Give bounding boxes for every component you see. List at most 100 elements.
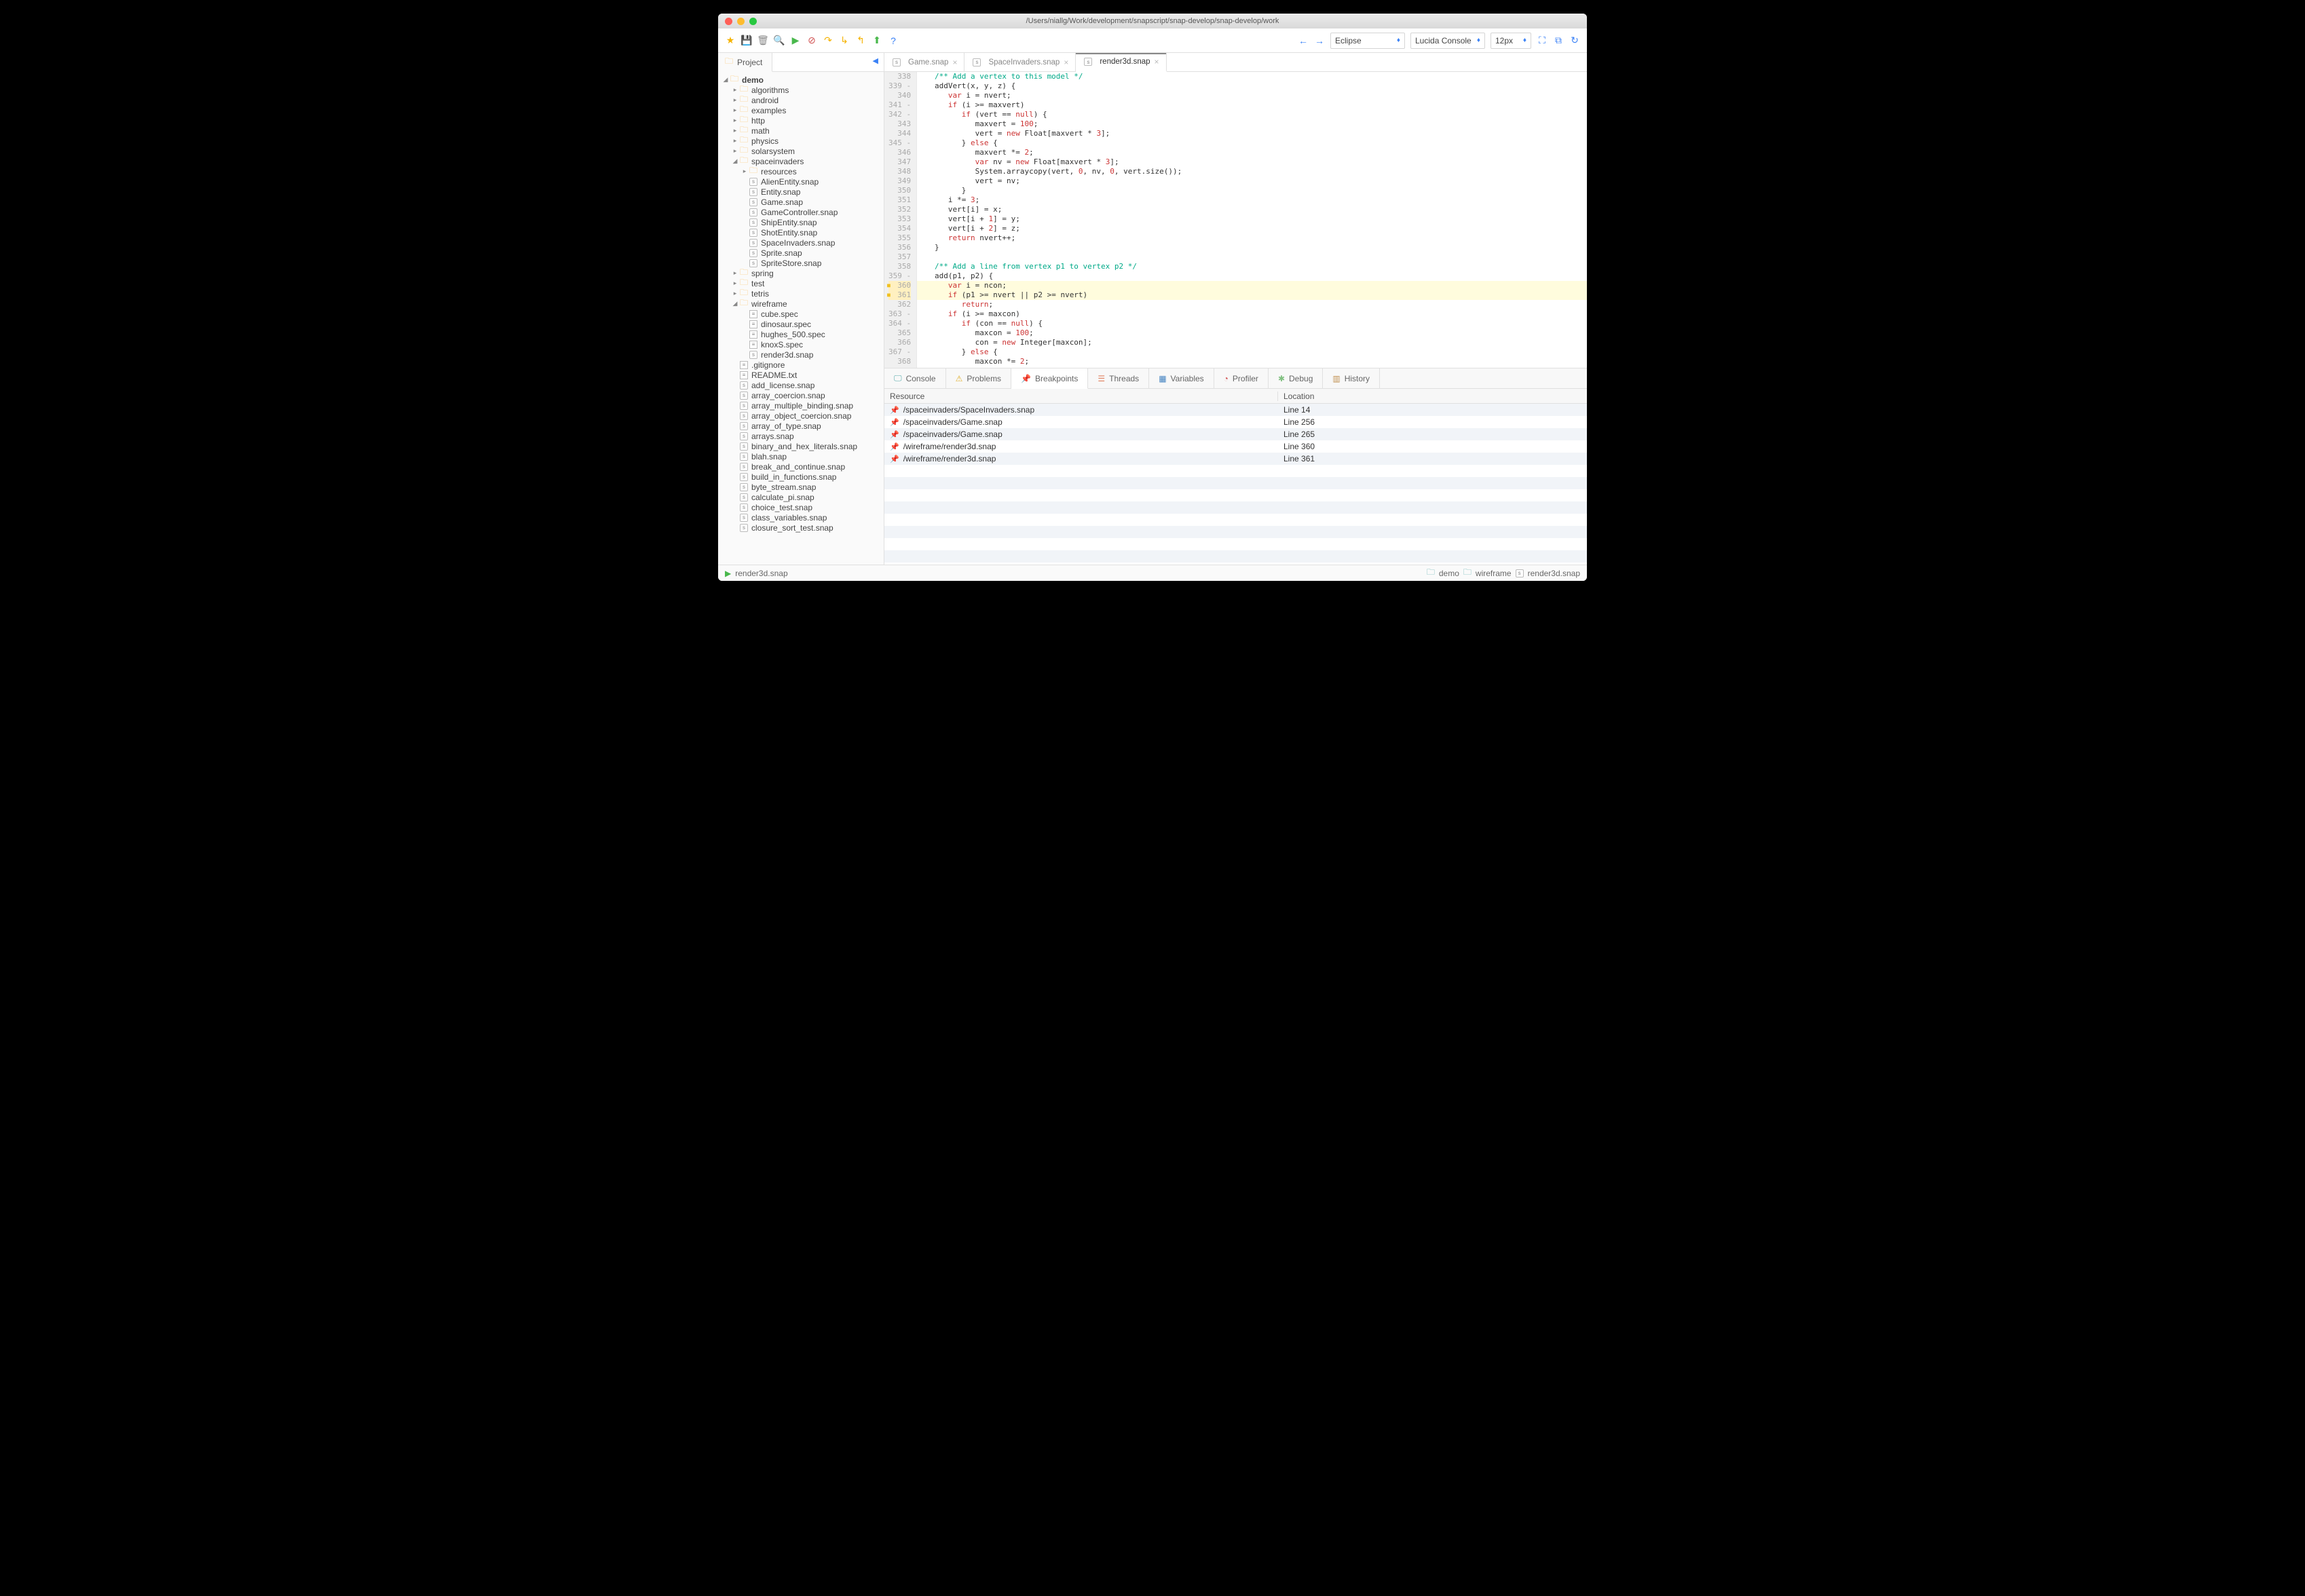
file-tree[interactable]: ◢🗀demo▸🗀algorithms▸🗀android▸🗀examples▸🗀h… [718,72,884,565]
tree-item[interactable]: schoice_test.snap [718,502,884,512]
tree-item[interactable]: sblah.snap [718,451,884,461]
table-row[interactable] [884,477,1587,489]
nav-back-icon[interactable]: ← [1298,35,1309,46]
minimize-icon[interactable] [737,18,745,25]
expand-icon[interactable]: ⛶ [1537,35,1548,46]
tree-item[interactable]: scalculate_pi.snap [718,492,884,502]
table-row[interactable] [884,550,1587,563]
tree-item[interactable]: sbuild_in_functions.snap [718,472,884,482]
col-location[interactable]: Location [1278,392,1587,401]
tree-item[interactable]: ≡dinosaur.spec [718,319,884,329]
editor-tab[interactable]: sSpaceInvaders.snap× [964,53,1076,71]
sidebar-collapse-icon[interactable]: ◀ [867,53,884,71]
close-icon[interactable]: × [1064,58,1068,67]
tree-item[interactable]: ≡README.txt [718,370,884,380]
zoom-icon[interactable] [749,18,757,25]
crumb[interactable]: wireframe [1476,569,1512,578]
tree-item[interactable]: sShotEntity.snap [718,227,884,238]
tree-item[interactable]: ◢🗀wireframe [718,299,884,309]
table-row[interactable]: 📌/spaceinvaders/Game.snapLine 265 [884,428,1587,440]
table-row[interactable] [884,514,1587,526]
tree-item[interactable]: sbyte_stream.snap [718,482,884,492]
nav-fwd-icon[interactable]: → [1314,35,1325,46]
run-icon[interactable]: ▶ [790,35,801,46]
editor-tab[interactable]: sGame.snap× [884,53,964,71]
tree-item[interactable]: ≡.gitignore [718,360,884,370]
project-tab-label: Project [737,58,762,67]
app-window: /Users/niallg/Work/development/snapscrip… [718,14,1587,581]
help-icon[interactable]: ? [888,35,899,46]
close-icon[interactable]: × [952,58,957,67]
gutter[interactable]: 338339 -340341 -342 -343344345 -34634734… [884,72,917,368]
bottom-tab-breakpoints[interactable]: 📌Breakpoints [1011,368,1088,389]
table-row[interactable] [884,465,1587,477]
tree-item[interactable]: srender3d.snap [718,349,884,360]
window-title: /Users/niallg/Work/development/snapscrip… [1026,17,1279,25]
col-resource[interactable]: Resource [884,392,1278,401]
code-editor[interactable]: 338339 -340341 -342 -343344345 -34634734… [884,72,1587,368]
tree-item[interactable]: sGameController.snap [718,207,884,217]
tree-item[interactable]: sShipEntity.snap [718,217,884,227]
tree-item[interactable]: sbreak_and_continue.snap [718,461,884,472]
table-row[interactable]: 📌/spaceinvaders/Game.snapLine 256 [884,416,1587,428]
table-row[interactable] [884,489,1587,501]
tree-item[interactable]: sarrays.snap [718,431,884,441]
crumb[interactable]: demo [1439,569,1459,578]
bottom-tab-threads[interactable]: ☰Threads [1088,368,1149,388]
tree-item[interactable]: sSprite.snap [718,248,884,258]
stop-icon[interactable]: ⊘ [806,35,817,46]
table-row[interactable] [884,501,1587,514]
bottom-panel: 🖵Console⚠Problems📌Breakpoints☰Threads▦Va… [884,368,1587,565]
project-tab[interactable]: 🗀 Project [718,53,772,72]
tree-item[interactable]: sclosure_sort_test.snap [718,522,884,533]
tree-item[interactable]: sGame.snap [718,197,884,207]
size-select[interactable]: 12px♦ [1491,33,1531,49]
step-out-icon[interactable]: ↰ [855,35,866,46]
delete-icon[interactable]: 🗑 [757,35,768,46]
tree-item[interactable]: ≡hughes_500.spec [718,329,884,339]
toolbar: ★ 💾 🗑 🔍 ▶ ⊘ ↷ ↳ ↰ ⬆ ? ← → Eclipse♦ Lucid… [718,28,1587,53]
tree-item[interactable]: ◢🗀spaceinvaders [718,156,884,166]
tree-item[interactable]: sarray_multiple_binding.snap [718,400,884,411]
tree-item[interactable]: sEntity.snap [718,187,884,197]
bottom-tab-profiler[interactable]: ◔Profiler [1214,368,1269,388]
theme-select[interactable]: Eclipse♦ [1330,33,1405,49]
tree-item[interactable]: sbinary_and_hex_literals.snap [718,441,884,451]
tree-item[interactable]: sarray_object_coercion.snap [718,411,884,421]
tree-item[interactable]: sarray_coercion.snap [718,390,884,400]
tree-item[interactable]: sadd_license.snap [718,380,884,390]
tree-item[interactable]: ▸🗀resources [718,166,884,176]
crumb[interactable]: render3d.snap [1528,569,1580,578]
refresh-icon[interactable]: ↻ [1569,35,1580,46]
editor-tab[interactable]: srender3d.snap× [1076,53,1166,72]
save-icon[interactable]: 💾 [741,35,752,46]
bottom-tab-console[interactable]: 🖵Console [884,368,946,388]
titlebar: /Users/niallg/Work/development/snapscrip… [718,14,1587,28]
tree-item[interactable]: sclass_variables.snap [718,512,884,522]
table-row[interactable]: 📌/spaceinvaders/SpaceInvaders.snapLine 1… [884,404,1587,416]
layout-icon[interactable]: ⧉ [1553,35,1564,46]
table-row[interactable]: 📌/wireframe/render3d.snapLine 361 [884,453,1587,465]
tree-item[interactable]: sSpaceInvaders.snap [718,238,884,248]
close-icon[interactable]: × [1155,57,1159,66]
status-bar: ▶ render3d.snap 🗀 demo🗀 wireframes rende… [718,565,1587,581]
star-icon[interactable]: ★ [725,35,736,46]
bottom-tab-variables[interactable]: ▦Variables [1149,368,1214,388]
code-area[interactable]: /** Add a vertex to this model */ addVer… [917,72,1587,368]
table-row[interactable] [884,538,1587,550]
step-into-icon[interactable]: ↳ [839,35,850,46]
bottom-tab-problems[interactable]: ⚠Problems [946,368,1011,388]
table-row[interactable]: 📌/wireframe/render3d.snapLine 360 [884,440,1587,453]
bottom-tab-debug[interactable]: ✱Debug [1269,368,1323,388]
editor-tabs: sGame.snap×sSpaceInvaders.snap×srender3d… [884,53,1587,72]
close-icon[interactable] [725,18,732,25]
table-row[interactable] [884,526,1587,538]
resume-icon[interactable]: ⬆ [872,35,882,46]
step-over-icon[interactable]: ↷ [823,35,833,46]
font-select[interactable]: Lucida Console♦ [1410,33,1485,49]
bottom-tab-history[interactable]: ▥History [1323,368,1380,388]
tree-item[interactable]: sAlienEntity.snap [718,176,884,187]
search-icon[interactable]: 🔍 [774,35,785,46]
tree-item[interactable]: ≡knoxS.spec [718,339,884,349]
tree-item[interactable]: sarray_of_type.snap [718,421,884,431]
